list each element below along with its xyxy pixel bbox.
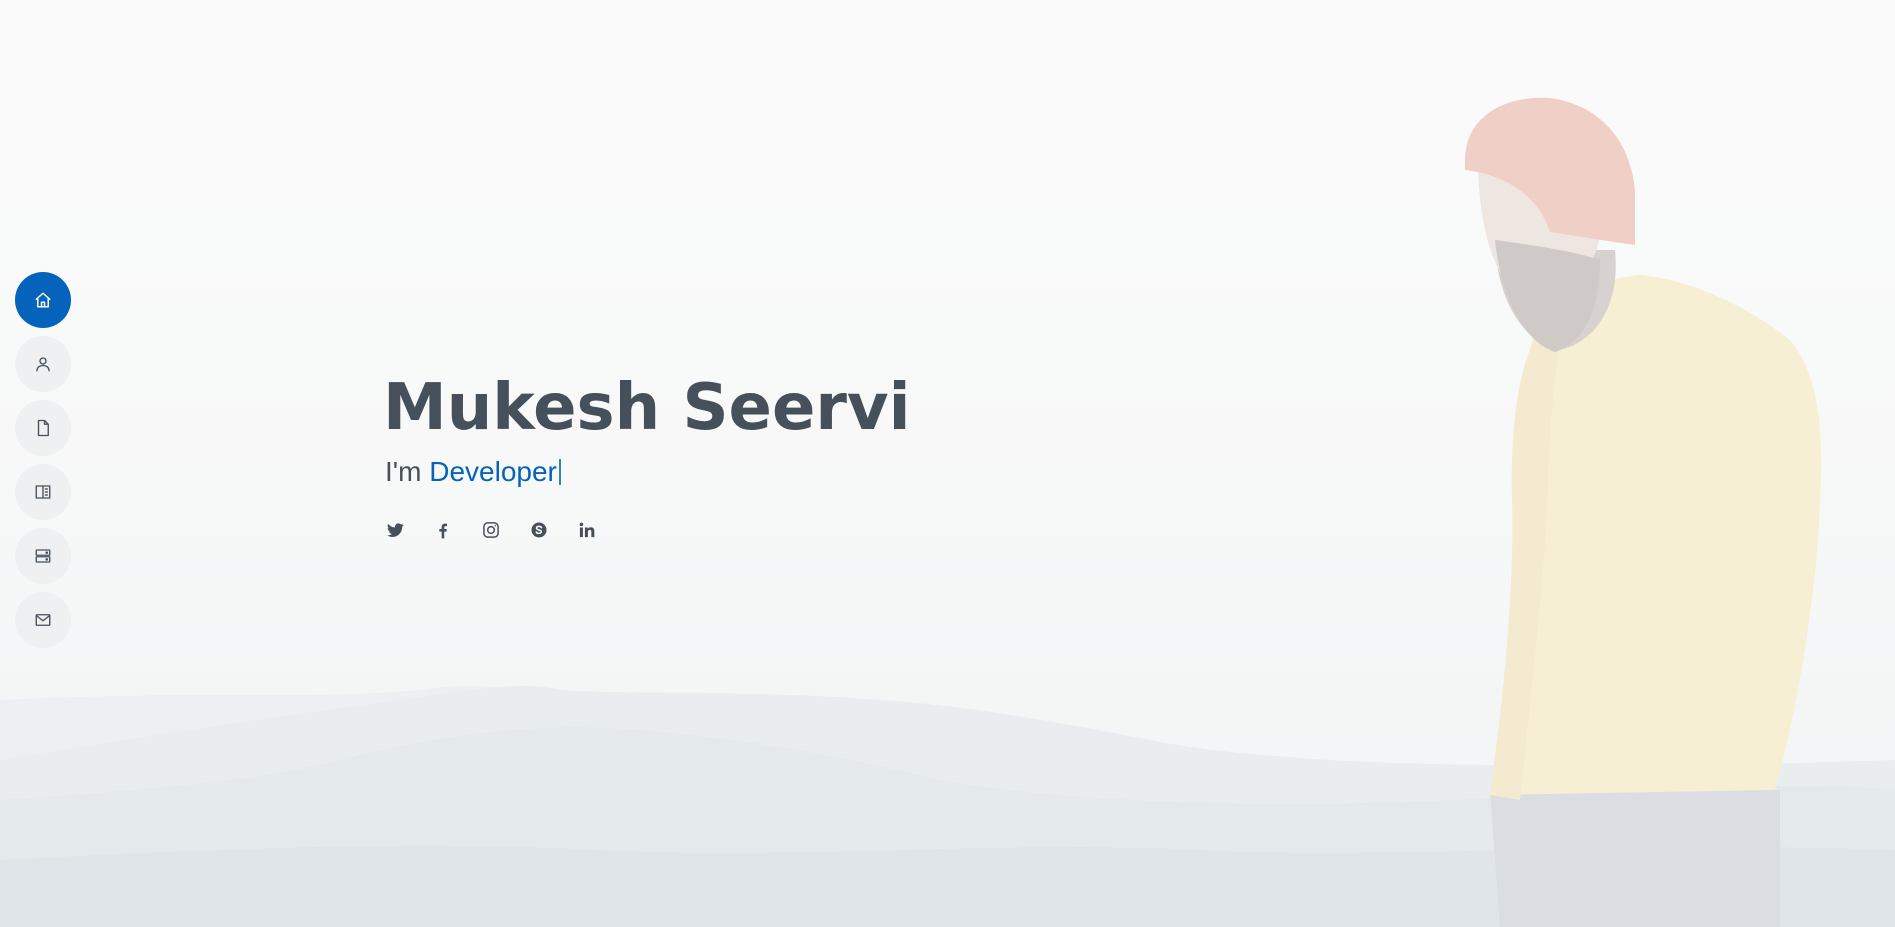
facebook-icon	[439, 523, 447, 539]
book-icon	[35, 485, 51, 499]
twitter-link[interactable]	[383, 518, 407, 542]
nav-about[interactable]	[15, 336, 71, 392]
social-links	[383, 518, 911, 542]
nav-resume[interactable]	[15, 400, 71, 456]
typing-caret	[558, 459, 561, 485]
facebook-link[interactable]	[431, 518, 455, 542]
linkedin-link[interactable]	[575, 518, 599, 542]
user-icon	[36, 357, 50, 372]
nav-contact[interactable]	[15, 592, 71, 648]
side-nav	[15, 272, 71, 648]
linkedin-icon	[579, 522, 595, 538]
hero-tagline: I'm Developer	[385, 452, 911, 492]
page: Mukesh Seervi I'm Developer	[0, 0, 1895, 927]
typed-role: Developer	[429, 456, 557, 487]
home-icon	[35, 292, 51, 308]
nav-portfolio[interactable]	[15, 464, 71, 520]
file-icon	[37, 419, 49, 437]
nav-home[interactable]	[15, 272, 71, 328]
hero-name: Mukesh Seervi	[383, 371, 911, 445]
server-icon	[35, 549, 51, 563]
hero: Mukesh Seervi I'm Developer	[383, 368, 911, 542]
skype-icon	[531, 522, 547, 538]
background-image	[0, 97, 1895, 927]
envelope-icon	[35, 614, 51, 626]
skype-link[interactable]	[527, 518, 551, 542]
tagline-prefix: I'm	[385, 456, 422, 487]
instagram-icon	[483, 522, 499, 538]
twitter-icon	[387, 523, 404, 537]
instagram-link[interactable]	[479, 518, 503, 542]
nav-services[interactable]	[15, 528, 71, 584]
